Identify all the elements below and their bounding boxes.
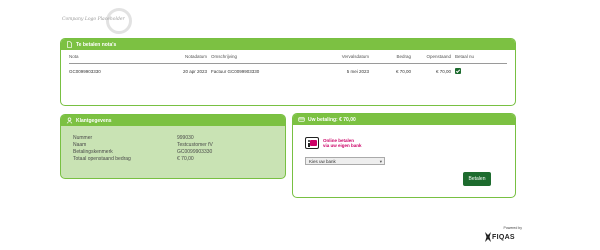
detail-row-totaal: Totaal openstaand bedrag € 70,00 [73, 156, 273, 163]
cell-nota: GC0099903330 [69, 69, 101, 74]
cell-notadatum: 20 apr 2023 [182, 69, 207, 74]
cell-bedrag: € 70,00 [395, 69, 411, 74]
powered-by: Powered by FIQAS [478, 226, 522, 244]
detail-label: Naam [73, 141, 87, 148]
powered-by-label: Powered by [503, 226, 522, 230]
detail-label: Betalingskenmerk [73, 148, 113, 155]
user-icon [66, 117, 73, 124]
cell-openstaand: € 70,00 [435, 69, 451, 74]
detail-row-naam: Naam Testcustomer fV [73, 141, 273, 148]
detail-value: GC0099903330 [177, 148, 213, 155]
col-header-nota: Nota [69, 54, 79, 59]
customer-panel-title: Klantgegevens [76, 117, 112, 124]
bank-select[interactable]: Kies uw bank ▾ [305, 157, 385, 165]
invoices-table: Nota Notadatum Omschrijving Vervalsdatum… [61, 50, 515, 79]
pay-now-checkbox[interactable] [455, 68, 461, 74]
logo-text: Company Logo Placeholder [62, 17, 125, 22]
customer-details: Nummer 999030 Naam Testcustomer fV Betal… [61, 126, 285, 163]
invoices-panel-header: Te betalen nota's [61, 39, 515, 50]
customer-panel: Klantgegevens Nummer 999030 Naam Testcus… [60, 114, 286, 179]
cell-omschrijving: Factuur GC0099903330 [211, 69, 260, 74]
detail-row-betalingskenmerk: Betalingskenmerk GC0099903330 [73, 148, 273, 155]
detail-value: € 70,00 [177, 156, 194, 163]
cell-betaal-nu [451, 68, 475, 75]
detail-label: Nummer [73, 134, 93, 141]
invoices-panel-title: Te betalen nota's [76, 41, 117, 48]
detail-value: 999030 [177, 134, 194, 141]
payment-panel-title: Uw betaling: € 70,00 [308, 116, 356, 123]
customer-panel-header: Klantgegevens [61, 115, 285, 126]
payment-panel-header: Uw betaling: € 70,00 [293, 114, 515, 125]
credit-card-icon [298, 116, 305, 123]
col-header-notadatum: Notadatum [184, 54, 207, 59]
detail-row-nummer: Nummer 999030 [73, 134, 273, 141]
col-header-omschrijving: Omschrijving [211, 54, 238, 59]
chevron-down-icon: ▾ [379, 159, 382, 164]
col-header-betaal-nu: Betaal nu [455, 54, 475, 59]
payment-panel: Uw betaling: € 70,00 Online betalen via … [292, 113, 516, 198]
col-header-vervaldatum: Vervalsdatum [341, 54, 369, 59]
col-header-openstaand: Openstaand [426, 54, 451, 59]
brand-name: FIQAS [492, 234, 515, 241]
ideal-line-2: via uw eigen bank [323, 143, 362, 148]
ideal-option[interactable]: Online betalen via uw eigen bank [305, 137, 362, 149]
cell-vervaldatum: 5 mei 2023 [346, 69, 369, 74]
ideal-logo-icon [305, 137, 319, 149]
table-header-row: Nota Notadatum Omschrijving Vervalsdatum… [69, 50, 507, 64]
document-icon [66, 41, 73, 48]
table-row: GC0099903330 20 apr 2023 Factuur GC00999… [69, 64, 507, 79]
col-header-bedrag: Bedrag [396, 54, 411, 59]
bank-select-value: Kies uw bank [309, 158, 336, 164]
detail-label: Totaal openstaand bedrag [73, 156, 131, 163]
company-logo: Company Logo Placeholder [60, 8, 140, 34]
ideal-text: Online betalen via uw eigen bank [323, 138, 362, 148]
pay-button[interactable]: Betalen [463, 172, 491, 186]
invoices-panel: Te betalen nota's Nota Notadatum Omschri… [60, 38, 516, 106]
detail-value: Testcustomer fV [177, 141, 213, 148]
